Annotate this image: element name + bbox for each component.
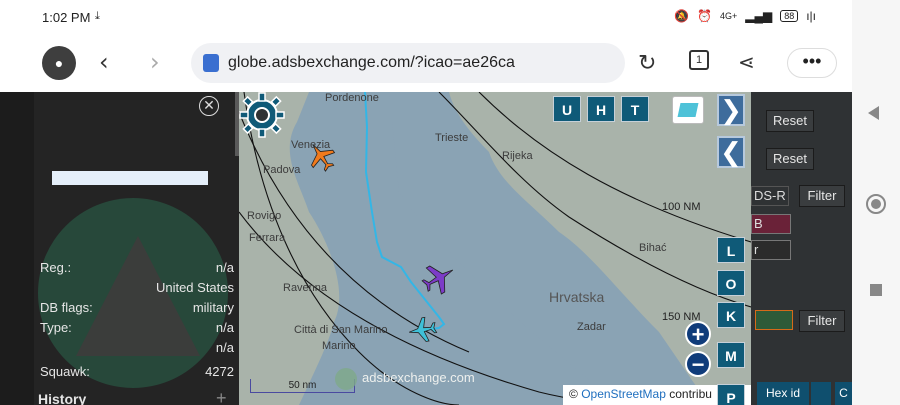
place-label: Rovigo bbox=[247, 210, 282, 222]
clock: 1:02 PM bbox=[42, 10, 91, 25]
place-label: Pordenone bbox=[325, 92, 379, 104]
download-icon: ⤓ bbox=[95, 10, 100, 22]
address-bar[interactable]: globe.adsbexchange.com/?icao=ae26ca bbox=[191, 43, 625, 83]
tab-switcher-button[interactable]: 1 bbox=[689, 50, 709, 70]
l-button[interactable]: L bbox=[717, 237, 745, 263]
back-icon[interactable]: ‹ bbox=[99, 50, 109, 74]
m-button[interactable]: M bbox=[717, 342, 745, 368]
site-info-icon[interactable] bbox=[203, 54, 219, 72]
hex-id-column-header[interactable]: Hex id bbox=[757, 382, 809, 405]
signal-icon: ▂▄▆ bbox=[745, 9, 773, 23]
reload-icon[interactable]: ↻ bbox=[638, 50, 656, 76]
nav-recents-icon[interactable] bbox=[870, 284, 882, 296]
u-button[interactable]: U bbox=[553, 96, 581, 122]
history-header[interactable]: History bbox=[38, 391, 86, 405]
t-button[interactable]: T bbox=[621, 96, 649, 122]
place-label: Ravenna bbox=[283, 282, 328, 294]
p-button[interactable]: P bbox=[717, 384, 745, 405]
status-icons: 🔕 ⏰ 4G+ ▂▄▆ 88 ı|ı bbox=[674, 9, 816, 23]
map-view[interactable]: Pordenone Venezia Padova Rovigo Ferrara … bbox=[239, 92, 751, 405]
place-label: Rijeka bbox=[502, 150, 533, 162]
network-label: 4G+ bbox=[719, 11, 738, 21]
place-label: Padova bbox=[263, 164, 301, 176]
callsign-bar bbox=[52, 171, 208, 185]
field-b[interactable]: B bbox=[751, 214, 791, 234]
place-label: Hrvatska bbox=[549, 289, 605, 305]
k-button[interactable]: K bbox=[717, 302, 745, 328]
h-button[interactable]: H bbox=[587, 96, 615, 122]
settings-gear-icon[interactable] bbox=[239, 92, 285, 138]
place-label: Marino bbox=[322, 340, 356, 352]
menu-button[interactable]: ••• bbox=[787, 48, 837, 78]
color-field[interactable] bbox=[755, 310, 793, 330]
battery-icon: 88 bbox=[780, 10, 799, 22]
nav-back-icon[interactable] bbox=[868, 106, 879, 120]
place-label: Venezia bbox=[291, 139, 331, 151]
osm-link[interactable]: OpenStreetMap bbox=[581, 387, 666, 401]
history-expand-icon[interactable]: + bbox=[216, 388, 227, 405]
range-label-100: 100 NM bbox=[662, 201, 701, 213]
profile-avatar[interactable]: ● bbox=[42, 46, 76, 80]
layers-button[interactable] bbox=[672, 96, 704, 124]
status-bar: 1:02 PM ⤓ 🔕 ⏰ 4G+ ▂▄▆ 88 ı|ı bbox=[0, 0, 852, 36]
share-icon[interactable]: ⋖ bbox=[738, 50, 755, 75]
nav-home-icon[interactable] bbox=[866, 194, 886, 214]
place-label: Città di San Marino bbox=[294, 324, 388, 336]
o-button[interactable]: O bbox=[717, 270, 745, 296]
zoom-out-button[interactable]: − bbox=[685, 351, 711, 377]
adsbx-logo-icon bbox=[335, 368, 357, 390]
filter-button-2[interactable]: Filter bbox=[799, 310, 845, 332]
android-nav-bar bbox=[852, 0, 900, 405]
screen: 1:02 PM ⤓ 🔕 ⏰ 4G+ ▂▄▆ 88 ı|ı ● ‹ › globe… bbox=[0, 0, 900, 405]
watermark: adsbexchange.com bbox=[362, 370, 475, 385]
mute-icon: 🔕 bbox=[674, 9, 689, 23]
forward-icon[interactable]: › bbox=[150, 50, 160, 74]
url-text[interactable]: globe.adsbexchange.com/?icao=ae26ca bbox=[228, 54, 515, 72]
browser-toolbar: ● ‹ › globe.adsbexchange.com/?icao=ae26c… bbox=[0, 36, 852, 92]
place-label: Ferrara bbox=[249, 232, 286, 244]
aircraft-info-panel: ✕ Reg.: n/a United States DB flags: mili… bbox=[34, 92, 239, 405]
column-header-c[interactable]: C bbox=[835, 382, 852, 405]
ds-field[interactable]: DS-R bbox=[751, 186, 789, 206]
aircraft-silhouette-icon bbox=[76, 236, 200, 356]
layers-icon bbox=[677, 103, 699, 117]
wifi-icon: ı|ı bbox=[806, 9, 816, 23]
reset-button-1[interactable]: Reset bbox=[766, 110, 814, 132]
field-r[interactable]: r bbox=[751, 240, 791, 260]
panel-collapse-button[interactable]: ❮ bbox=[717, 136, 745, 168]
filter-button-1[interactable]: Filter bbox=[799, 185, 845, 207]
zoom-in-button[interactable]: + bbox=[685, 321, 711, 347]
place-label: Trieste bbox=[435, 132, 469, 144]
place-label: Zadar bbox=[577, 321, 606, 333]
alarm-icon: ⏰ bbox=[697, 9, 712, 23]
column-header-blank[interactable] bbox=[811, 382, 831, 405]
filter-panel: Reset Reset DS-R Filter B r Filter Hex i… bbox=[751, 92, 852, 405]
close-icon[interactable]: ✕ bbox=[199, 96, 219, 116]
reset-button-2[interactable]: Reset bbox=[766, 148, 814, 170]
panel-expand-button[interactable]: ❯ bbox=[717, 94, 745, 126]
place-label: Bihać bbox=[639, 242, 667, 254]
